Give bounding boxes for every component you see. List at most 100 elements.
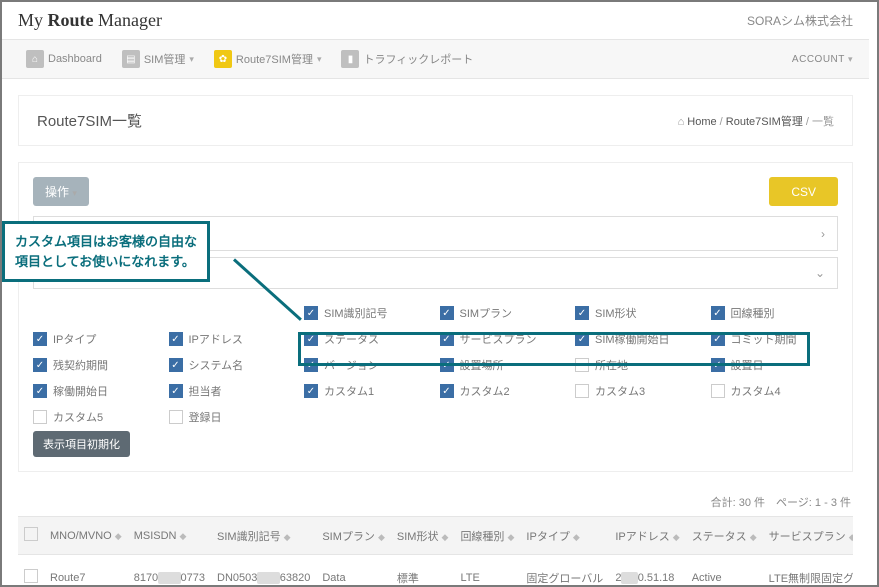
- checkbox-label: カスタム2: [460, 383, 510, 399]
- cell-iptype: 固定グローバル: [520, 555, 609, 586]
- checkbox-icon: ✓: [33, 358, 47, 372]
- checkbox-label: 稼働開始日: [53, 383, 108, 399]
- column-checkbox-8[interactable]: ✓ステータス: [304, 331, 432, 347]
- checkbox-label: バージョン: [324, 357, 379, 373]
- checkbox-icon: ✓: [575, 332, 589, 346]
- navbar: ⌂Dashboard▤SIM管理▾✿Route7SIM管理▾▮トラフィックレポー…: [2, 40, 869, 79]
- table-header-5[interactable]: SIM形状 ◆: [391, 517, 455, 555]
- column-checkbox-3[interactable]: ✓SIMプラン: [440, 305, 568, 321]
- table-header-0: [18, 517, 44, 555]
- checkbox-icon: ✓: [440, 332, 454, 346]
- checkbox-icon: [575, 384, 589, 398]
- topbar: My Route Manager SORAシム株式会社: [2, 2, 869, 40]
- table-row[interactable]: Route7 81700000773 DN050300063820 Data 標…: [18, 555, 853, 586]
- checkbox-icon: ✓: [169, 384, 183, 398]
- table-header-4[interactable]: SIMプラン ◆: [316, 517, 391, 555]
- nav-item-3[interactable]: ▮トラフィックレポート: [333, 46, 481, 72]
- checkbox-icon: ✓: [440, 358, 454, 372]
- checkbox-label: SIM稼働開始日: [595, 331, 670, 347]
- reset-columns-button[interactable]: 表示項目初期化: [33, 431, 130, 457]
- table-header-7[interactable]: IPタイプ ◆: [520, 517, 609, 555]
- column-checkbox-16[interactable]: 所在地: [575, 357, 703, 373]
- column-checkbox-18[interactable]: ✓ 稼働開始日: [33, 383, 161, 399]
- column-checkbox-15[interactable]: ✓設置場所: [440, 357, 568, 373]
- company-name: SORAシム株式会社: [747, 12, 853, 29]
- cell-plan: Data: [316, 555, 391, 586]
- table-header-10[interactable]: サービスプラン ◆: [763, 517, 853, 555]
- column-checkbox-24[interactable]: カスタム5: [33, 409, 161, 425]
- column-checkbox-19[interactable]: ✓ 担当者: [169, 383, 297, 399]
- checkbox-icon: ✓: [169, 332, 183, 346]
- column-checkbox-21[interactable]: ✓カスタム2: [440, 383, 568, 399]
- breadcrumb-home[interactable]: Home: [687, 116, 716, 128]
- action-dropdown-button[interactable]: 操作 ▾: [33, 177, 89, 206]
- sort-icon: ◆: [284, 532, 291, 542]
- column-checkbox-11[interactable]: ✓コミット期間: [711, 331, 839, 347]
- table-header-1[interactable]: MNO/MVNO ◆: [44, 517, 128, 555]
- checkbox-icon: ✓: [711, 332, 725, 346]
- cell-service: LTE無制限固定グローバル: [763, 555, 853, 586]
- checkbox-icon: ✓: [440, 306, 454, 320]
- select-all-checkbox[interactable]: [24, 527, 38, 541]
- checkbox-label: 担当者: [189, 383, 222, 399]
- column-checkbox-2[interactable]: ✓ SIM識別記号: [304, 305, 432, 321]
- breadcrumb-mid[interactable]: Route7SIM管理: [726, 116, 803, 128]
- column-checkbox-6[interactable]: ✓IPタイプ: [33, 331, 161, 347]
- annotation-callout: カスタム項目はお客様の自由な 項目としてお使いになれます。: [2, 221, 210, 282]
- checkbox-label: SIM識別記号: [324, 305, 388, 321]
- table-header-3[interactable]: SIM識別記号 ◆: [211, 517, 316, 555]
- table-header-2[interactable]: MSISDN ◆: [128, 517, 211, 555]
- column-checkbox-7[interactable]: ✓IPアドレス: [169, 331, 297, 347]
- row-checkbox[interactable]: [24, 569, 38, 583]
- column-checkbox-23[interactable]: カスタム4: [711, 383, 839, 399]
- column-checkbox-22[interactable]: カスタム3: [575, 383, 703, 399]
- column-checkbox-13[interactable]: ✓システム名: [169, 357, 297, 373]
- checkbox-label: 回線種別: [731, 305, 775, 321]
- checkbox-label: サービスプラン: [460, 331, 537, 347]
- sort-icon: ◆: [115, 531, 122, 541]
- checkbox-label: 残契約期間: [53, 357, 108, 373]
- column-checkbox-17[interactable]: ✓設置日: [711, 357, 839, 373]
- column-checkbox-12[interactable]: ✓ 残契約期間: [33, 357, 161, 373]
- column-checkbox-5[interactable]: ✓回線種別: [711, 305, 839, 321]
- checkbox-icon: ✓: [304, 306, 318, 320]
- csv-button[interactable]: CSV: [769, 177, 838, 206]
- column-checkbox-20[interactable]: ✓カスタム1: [304, 383, 432, 399]
- nav-label: トラフィックレポート: [363, 51, 473, 67]
- sort-icon: ◆: [508, 532, 515, 542]
- column-checkbox-25[interactable]: 登録日: [169, 409, 297, 425]
- account-menu[interactable]: ACCOUNT ▾: [792, 54, 853, 65]
- cell-line: LTE: [454, 555, 520, 586]
- checkbox-icon: ✓: [33, 384, 47, 398]
- total-count: 合計: 30 件 ページ: 1 - 3 件: [2, 488, 869, 516]
- column-checkbox-14[interactable]: ✓ バージョン: [304, 357, 432, 373]
- sort-icon: ◆: [442, 532, 449, 542]
- nav-item-1[interactable]: ▤SIM管理▾: [114, 46, 202, 72]
- column-checkbox-4[interactable]: ✓SIM形状: [575, 305, 703, 321]
- column-checkbox-9[interactable]: ✓ サービスプラン: [440, 331, 568, 347]
- table-header-8[interactable]: IPアドレス ◆: [609, 517, 685, 555]
- nav-icon: ▤: [122, 50, 140, 68]
- nav-icon: ✿: [214, 50, 232, 68]
- cell-msisdn: 81700000773: [128, 555, 211, 586]
- sort-icon: ◆: [750, 532, 757, 542]
- column-checkbox-grid: ✓SIM識別記号✓SIMプラン✓SIM形状✓回線種別✓IPタイプ✓IPアドレス✓…: [33, 295, 838, 431]
- chevron-right-icon: ›: [821, 227, 825, 241]
- table-header-9[interactable]: ステータス ◆: [686, 517, 763, 555]
- sort-icon: ◆: [378, 532, 385, 542]
- column-checkbox-0: [33, 305, 161, 321]
- nav-label: Route7SIM管理: [236, 51, 313, 67]
- checkbox-icon: ✓: [304, 358, 318, 372]
- checkbox-label: カスタム1: [324, 383, 374, 399]
- checkbox-label: 所在地: [595, 357, 628, 373]
- table-header-6[interactable]: 回線種別 ◆: [454, 517, 520, 555]
- nav-label: SIM管理: [144, 51, 186, 67]
- chevron-down-icon: ▾: [189, 54, 194, 65]
- page-header: Route7SIM一覧 ⌂ Home / Route7SIM管理 / 一覧: [18, 95, 853, 146]
- column-checkbox-10[interactable]: ✓ SIM稼働開始日: [575, 331, 703, 347]
- checkbox-icon: [711, 384, 725, 398]
- nav-item-2[interactable]: ✿Route7SIM管理▾: [206, 46, 330, 72]
- nav-item-0[interactable]: ⌂Dashboard: [18, 46, 110, 72]
- column-checkbox-1: [169, 305, 297, 321]
- checkbox-icon: [33, 410, 47, 424]
